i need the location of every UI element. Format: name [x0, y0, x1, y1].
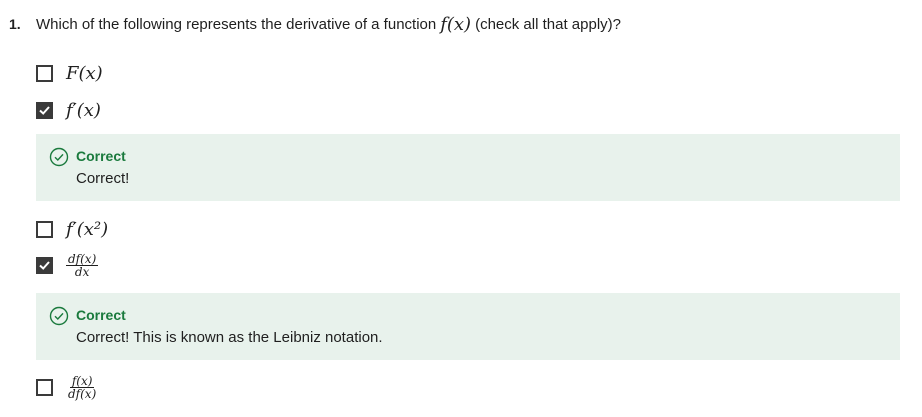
feedback-panel-2: Correct Correct! This is known as the Le…: [36, 293, 900, 360]
option-5[interactable]: f(x) df(x): [36, 375, 98, 400]
checkbox-option-1[interactable]: [36, 65, 53, 82]
option-2[interactable]: f′(x): [36, 100, 101, 121]
checkbox-option-5[interactable]: [36, 379, 53, 396]
checkbox-option-2[interactable]: [36, 102, 53, 119]
question-math: f(x): [440, 14, 472, 35]
feedback-text: Correct!: [76, 170, 130, 187]
check-circle-icon: [49, 306, 69, 326]
option-2-label: f′(x): [66, 100, 101, 121]
option-5-denominator: df(x): [68, 387, 97, 401]
checkbox-option-4[interactable]: [36, 257, 53, 274]
checkmark-icon: [39, 261, 50, 270]
question-text: Which of the following represents the de…: [36, 14, 621, 35]
question-text-after: (check all that apply)?: [475, 16, 621, 33]
option-3[interactable]: f′(x²): [36, 219, 108, 240]
checkmark-icon: [39, 106, 50, 115]
check-circle-icon: [49, 147, 69, 167]
feedback-text: Correct! This is known as the Leibniz no…: [76, 329, 383, 346]
option-5-fraction: f(x) df(x): [66, 375, 98, 400]
feedback-panel-1: Correct Correct!: [36, 134, 900, 201]
option-4[interactable]: df(x) dx: [36, 253, 99, 279]
option-1[interactable]: F(x): [36, 63, 103, 84]
option-3-label: f′(x²): [66, 219, 109, 240]
feedback-title: Correct: [76, 307, 126, 323]
option-4-denominator: dx: [74, 265, 90, 279]
option-1-label: F(x): [66, 63, 103, 84]
question-number: 1.: [9, 16, 21, 32]
checkbox-option-3[interactable]: [36, 221, 53, 238]
option-4-fraction: df(x) dx: [66, 253, 99, 279]
question-text-before: Which of the following represents the de…: [36, 16, 437, 33]
feedback-title: Correct: [76, 148, 126, 164]
